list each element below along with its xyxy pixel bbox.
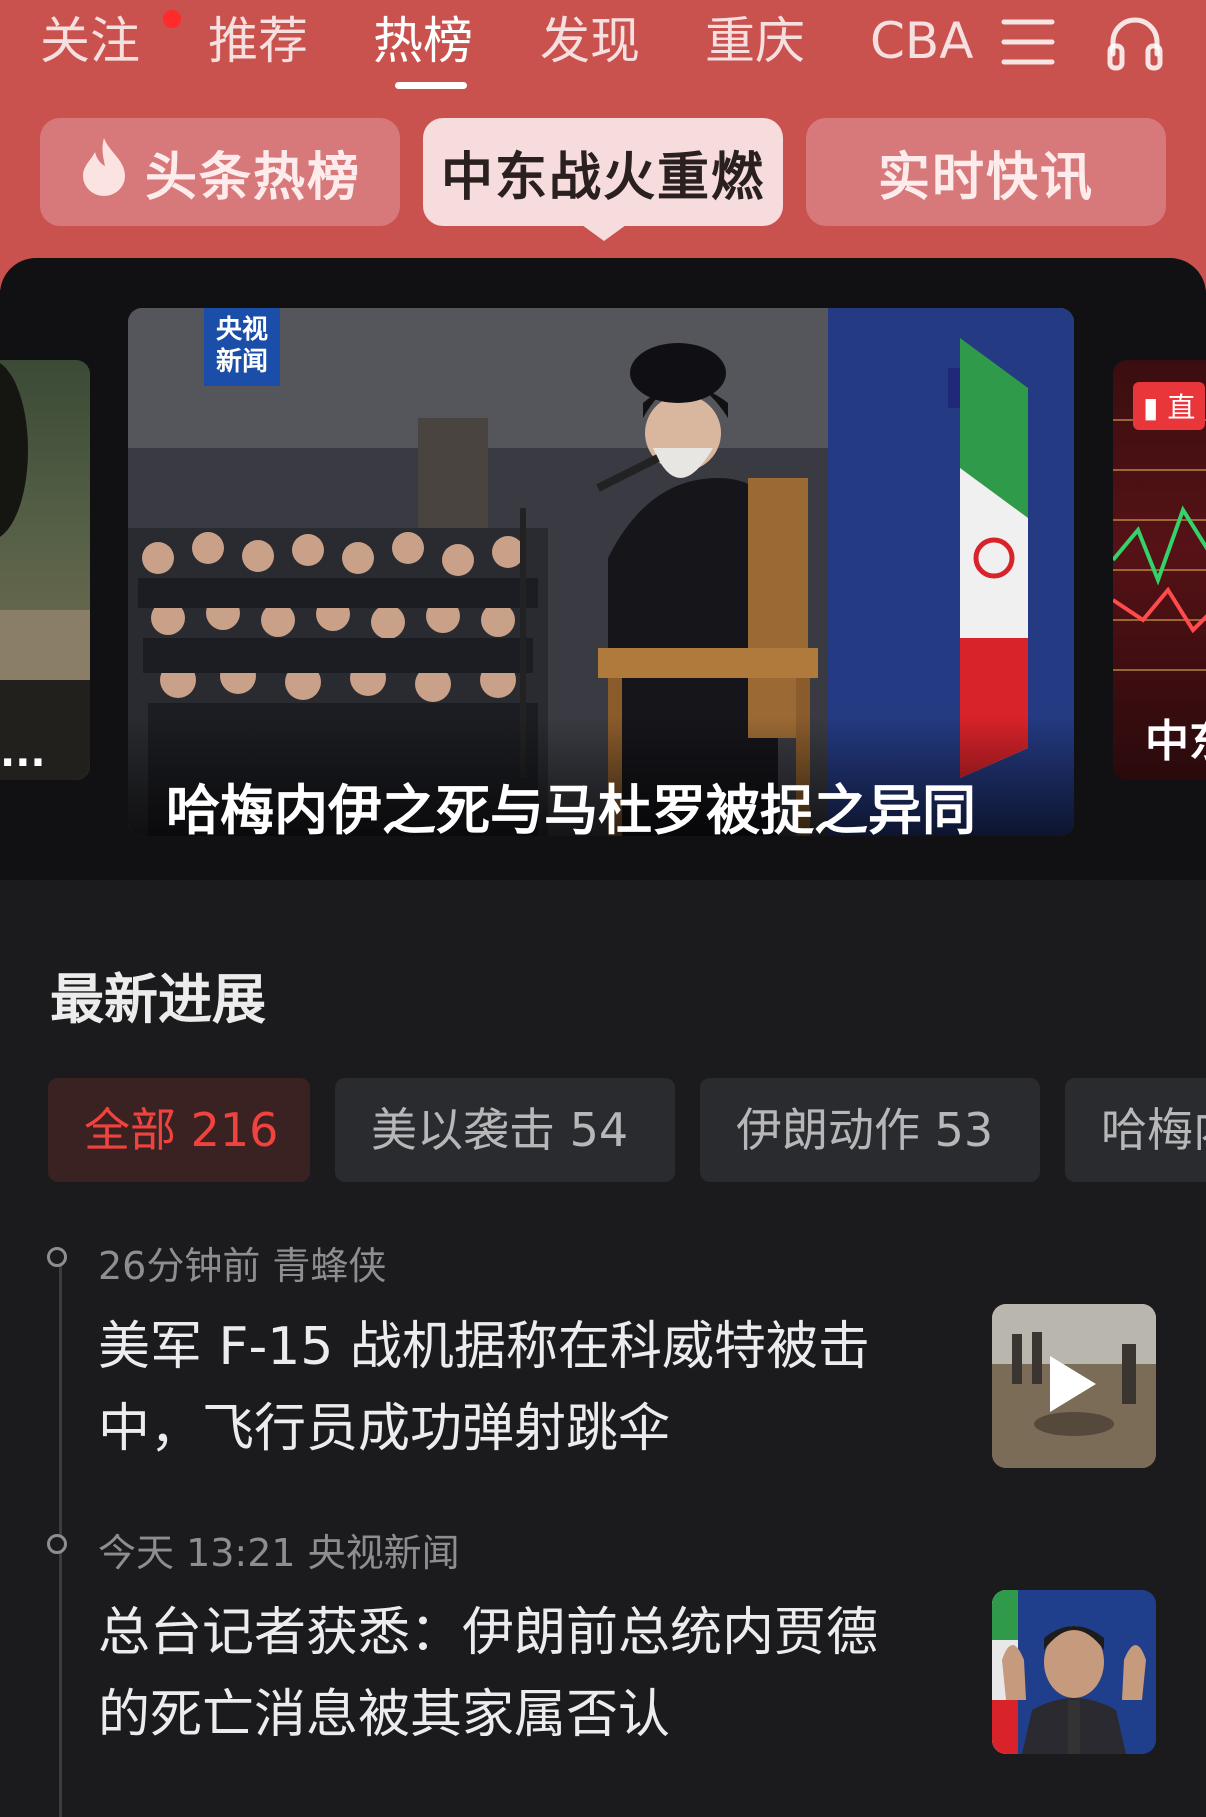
logo-text: 央视新闻	[215, 315, 268, 377]
subtab-label: 实时快讯	[877, 147, 1094, 208]
carousel-prev-caption: ...	[0, 730, 46, 776]
filter-khamenei[interactable]: 哈梅内	[1065, 1078, 1206, 1182]
subtab-label: 中东战火重燃	[440, 147, 765, 208]
filter-us-israel-strike[interactable]: 美以袭击 54	[335, 1078, 675, 1182]
news-meta: 26分钟前 青蜂侠	[98, 1244, 387, 1288]
active-subtab-pointer	[582, 225, 626, 241]
topic-carousel: ... 央视新闻 哈梅内伊之死与马杜罗被捉之异同 ▮ 直 中	[0, 258, 1206, 880]
subtab-realtime[interactable]: 实时快讯	[806, 118, 1166, 226]
live-badge: ▮ 直	[1133, 382, 1206, 430]
notification-dot	[163, 10, 181, 28]
timeline-dot	[47, 1247, 67, 1267]
section-title: 最新进展	[50, 968, 266, 1031]
top-nav: 关注 推荐 热榜 发现 重庆 CBA	[0, 0, 1206, 100]
active-tab-indicator	[395, 82, 467, 89]
subtab-headline-hot[interactable]: 头条热榜	[40, 118, 400, 226]
live-badge-text: 直	[1167, 391, 1196, 424]
carousel-card-prev[interactable]: ...	[0, 360, 90, 780]
subtab-mideast[interactable]: 中东战火重燃	[423, 118, 783, 226]
carousel-main-caption: 哈梅内伊之死与马杜罗被捉之异同	[166, 779, 976, 836]
filter-all[interactable]: 全部 216	[48, 1078, 310, 1182]
header: 关注 推荐 热榜 发现 重庆 CBA 头条热榜 中东战火重燃 实时快讯	[0, 0, 1206, 290]
carousel-caption-bar: 哈梅内伊之死与马杜罗被捉之异同	[128, 716, 1074, 836]
carousel-card-next[interactable]: ▮ 直 中东	[1113, 360, 1206, 780]
tab-hot[interactable]: 热榜	[373, 6, 473, 76]
menu-icon[interactable]	[1000, 14, 1056, 74]
tab-chongqing[interactable]: 重庆	[705, 6, 805, 76]
filter-label: 美以袭击 54	[371, 1103, 629, 1157]
flame-icon	[79, 136, 129, 209]
carousel-card-main[interactable]: 央视新闻 哈梅内伊之死与马杜罗被捉之异同	[128, 308, 1074, 836]
news-meta: 今天 13:21 央视新闻	[98, 1531, 460, 1575]
tab-discover[interactable]: 发现	[540, 6, 640, 76]
news-title[interactable]: 美军 F-15 战机据称在科威特被击中，飞行员成功弹射跳伞	[98, 1306, 928, 1470]
news-title[interactable]: 总台记者获悉：伊朗前总统内贾德的死亡消息被其家属否认	[98, 1592, 928, 1756]
filter-label: 伊朗动作 53	[736, 1103, 994, 1157]
cctv-news-logo: 央视新闻	[204, 308, 280, 386]
tab-follow[interactable]: 关注	[40, 6, 140, 76]
carousel-next-caption: 中东	[1145, 716, 1206, 767]
news-thumbnail-photo[interactable]	[992, 1590, 1156, 1754]
tab-recommend[interactable]: 推荐	[208, 6, 308, 76]
news-thumbnail-video[interactable]	[992, 1304, 1156, 1468]
tab-cba[interactable]: CBA	[870, 6, 973, 76]
filter-label: 哈梅内	[1101, 1103, 1206, 1157]
play-icon	[1050, 1356, 1096, 1412]
filter-label: 全部 216	[84, 1103, 279, 1157]
subtab-label: 头条热榜	[144, 147, 361, 208]
timeline-dot	[47, 1534, 67, 1554]
filter-iran-actions[interactable]: 伊朗动作 53	[700, 1078, 1040, 1182]
headphones-icon[interactable]	[1105, 10, 1165, 76]
